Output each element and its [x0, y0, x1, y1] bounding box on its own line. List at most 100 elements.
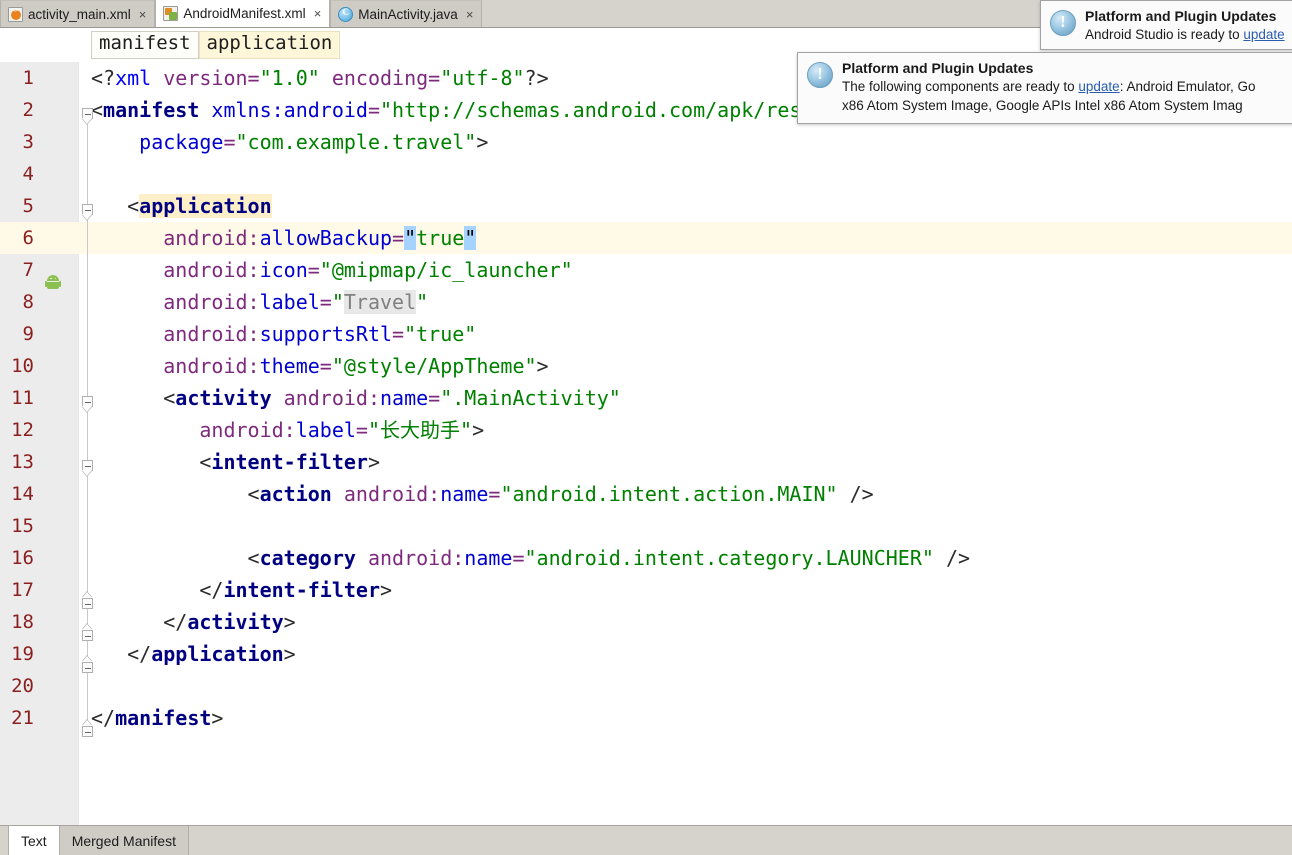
close-icon[interactable]: × [314, 7, 322, 20]
line-number: 6 [0, 222, 36, 254]
android-app-icon[interactable] [45, 275, 61, 289]
breadcrumb-item-manifest[interactable]: manifest [91, 31, 199, 59]
code-line-19: 19 </application> [0, 638, 1292, 670]
notification-title: Platform and Plugin Updates [842, 60, 1034, 76]
xml-file-icon [8, 6, 23, 22]
code-line-text: android:icon="@mipmap/ic_launcher" [163, 258, 573, 282]
fold-marker-intent-filter-close[interactable] [82, 592, 94, 612]
tab-bar-filler [188, 826, 1292, 855]
code-line-15: 15 [0, 510, 1292, 542]
line-number: 21 [11, 707, 34, 729]
code-line-11: 11 <activity android:name=".MainActivity… [0, 382, 1292, 414]
code-line-text: package="com.example.travel"> [139, 130, 489, 154]
code-line-13: 13 <intent-filter> [0, 446, 1292, 478]
android-studio-editor-window: activity_main.xml × AndroidManifest.xml … [0, 0, 1292, 855]
code-line-text: </intent-filter> [199, 578, 393, 602]
update-link[interactable]: update [1078, 79, 1119, 94]
code-line-text: <application [127, 194, 272, 218]
editor-tab-mainactivity-java[interactable]: MainActivity.java × [330, 0, 483, 27]
fold-marker-application-open[interactable] [82, 204, 94, 220]
notification-popup-updates[interactable]: Platform and Plugin Updates The followin… [797, 52, 1292, 124]
editor-tab-label: AndroidManifest.xml [183, 6, 306, 21]
code-line-text: android:allowBackup="true" [163, 226, 477, 250]
line-number: 10 [11, 355, 34, 377]
notification-body-text: The following components are ready to [842, 79, 1079, 94]
notification-title: Platform and Plugin Updates [1085, 8, 1277, 24]
notification-popup-top-right[interactable]: Platform and Plugin Updates Android Stud… [1040, 0, 1292, 50]
editor-tab-activity-main-xml[interactable]: activity_main.xml × [0, 0, 156, 27]
code-line-text: <action android:name="android.intent.act… [247, 482, 874, 506]
notification-body-line-2: x86 Atom System Image, Google APIs Intel… [842, 98, 1243, 113]
code-line-3: 3 package="com.example.travel"> [0, 126, 1292, 158]
info-icon [1050, 10, 1076, 36]
code-line-17: 17 </intent-filter> [0, 574, 1292, 606]
code-line-text: android:supportsRtl="true" [163, 322, 477, 346]
code-lines: 1 <?xml version="1.0" encoding="utf-8"?>… [0, 62, 1292, 825]
fold-marker-intent-filter-open[interactable] [82, 460, 94, 476]
editor-tab-label: MainActivity.java [358, 6, 458, 22]
code-line-text: </manifest> [91, 706, 224, 730]
line-number: 16 [11, 547, 34, 569]
code-line-text: android:label="Travel" [163, 290, 429, 314]
line-number: 17 [11, 579, 34, 601]
info-icon [807, 62, 833, 88]
code-line-20: 20 [0, 670, 1292, 702]
code-line-8: 8 android:label="Travel" [0, 286, 1292, 318]
fold-marker-manifest-close[interactable] [82, 720, 94, 740]
line-number: 2 [22, 99, 34, 121]
fold-marker-application-close[interactable] [82, 656, 94, 676]
android-manifest-icon [163, 6, 179, 21]
notification-body: Android Studio is ready to update [1085, 25, 1292, 44]
line-number: 15 [11, 515, 34, 537]
update-link[interactable]: update [1243, 27, 1284, 42]
code-line-text: </activity> [163, 610, 296, 634]
line-number: 1 [22, 67, 34, 89]
code-line-4: 4 [0, 158, 1292, 190]
code-line-16: 16 <category android:name="android.inten… [0, 542, 1292, 574]
editor-tab-androidmanifest-xml[interactable]: AndroidManifest.xml × [155, 0, 331, 27]
close-icon[interactable]: × [139, 8, 147, 21]
code-line-5: 5 <application [0, 190, 1292, 222]
fold-marker-manifest-open[interactable] [82, 108, 94, 124]
editor-mode-tab-bar: Text Merged Manifest [0, 825, 1292, 855]
code-line-21: 21 </manifest> [0, 702, 1292, 734]
line-number: 8 [22, 291, 34, 313]
breadcrumb-item-application[interactable]: application [198, 31, 341, 59]
tab-text[interactable]: Text [8, 826, 60, 855]
code-line-9: 9 android:supportsRtl="true" [0, 318, 1292, 350]
code-line-6: 6 android:allowBackup="true" [0, 222, 1292, 254]
code-line-text: <intent-filter> [199, 450, 381, 474]
fold-marker-activity-close[interactable] [82, 624, 94, 644]
notification-body-text: Android Studio is ready to [1085, 27, 1244, 42]
line-number: 19 [11, 643, 34, 665]
java-class-icon [338, 6, 354, 22]
code-line-7: 7 android:icon="@mipmap/ic_launcher" [0, 254, 1292, 286]
line-number: 11 [11, 387, 34, 409]
code-line-text: </application> [127, 642, 296, 666]
close-icon[interactable]: × [466, 8, 474, 21]
editor-tab-label: activity_main.xml [28, 6, 131, 22]
code-line-text: <?xml version="1.0" encoding="utf-8"?> [91, 66, 549, 90]
code-line-18: 18 </activity> [0, 606, 1292, 638]
line-number: 9 [22, 323, 34, 345]
notification-body-line-1: The following components are ready to up… [842, 77, 1292, 96]
line-number: 13 [11, 451, 34, 473]
line-number: 14 [11, 483, 34, 505]
line-number: 5 [22, 195, 34, 217]
notification-body-text-suffix: : Android Emulator, Go [1119, 79, 1256, 94]
code-line-text: android:theme="@style/AppTheme"> [163, 354, 549, 378]
line-number: 4 [22, 163, 34, 185]
code-line-text: android:label="长大助手"> [199, 418, 485, 442]
line-number: 7 [22, 259, 34, 281]
code-line-text: <category android:name="android.intent.c… [247, 546, 971, 570]
line-number: 18 [11, 611, 34, 633]
fold-marker-activity-open[interactable] [82, 396, 94, 412]
line-number: 3 [22, 131, 34, 153]
code-editor[interactable]: 1 <?xml version="1.0" encoding="utf-8"?>… [0, 62, 1292, 825]
code-line-10: 10 android:theme="@style/AppTheme"> [0, 350, 1292, 382]
code-line-14: 14 <action android:name="android.intent.… [0, 478, 1292, 510]
code-line-12: 12 android:label="长大助手"> [0, 414, 1292, 446]
tab-merged-manifest[interactable]: Merged Manifest [59, 826, 189, 855]
code-line-text: <activity android:name=".MainActivity" [163, 386, 621, 410]
line-number: 12 [11, 419, 34, 441]
